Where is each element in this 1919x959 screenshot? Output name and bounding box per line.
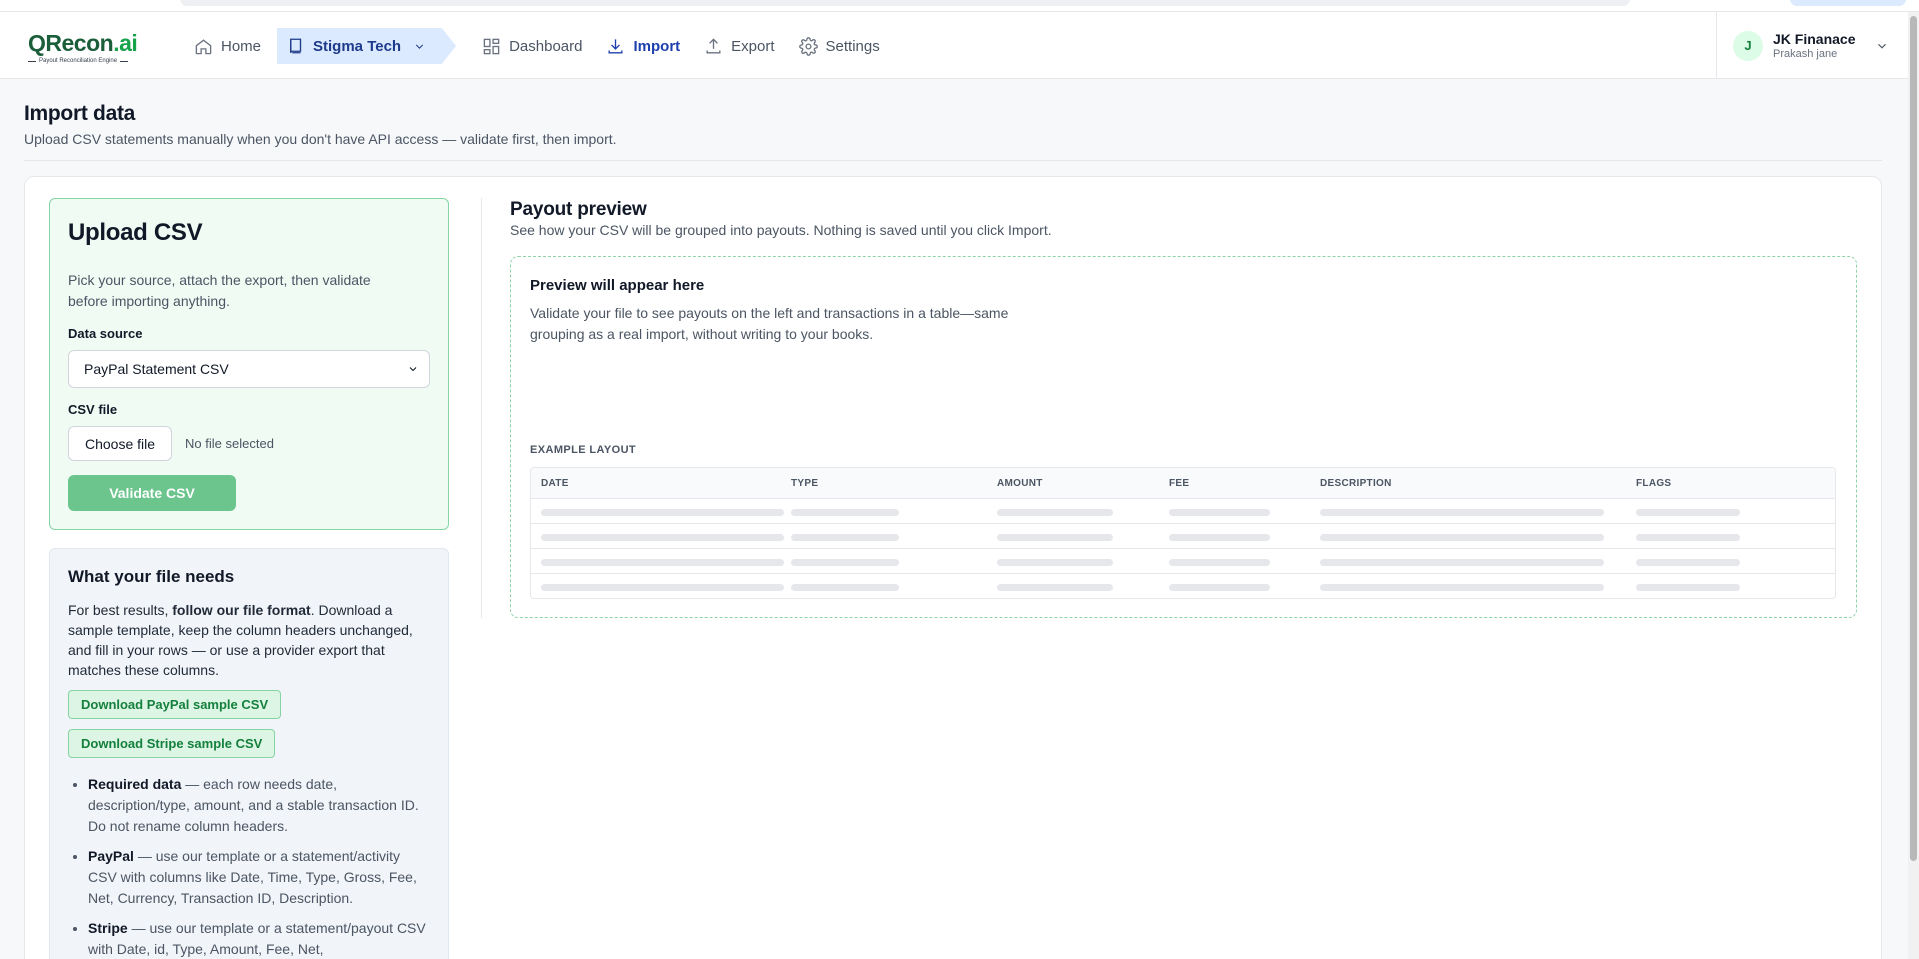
book-icon xyxy=(290,38,302,54)
page-subtitle: Upload CSV statements manually when you … xyxy=(24,131,617,147)
org-switcher[interactable]: Stigma Tech xyxy=(277,28,457,64)
nav-settings[interactable]: Settings xyxy=(787,28,892,64)
table-row xyxy=(531,524,1835,549)
brand-logo[interactable]: QRecon.ai Payout Reconciliation Engine xyxy=(28,30,138,64)
avatar: J xyxy=(1733,30,1763,61)
chevron-down-icon xyxy=(415,44,424,49)
col-type: TYPE xyxy=(791,478,819,489)
gear-icon xyxy=(798,36,818,56)
account-user: Prakash jane xyxy=(1773,48,1838,60)
table-row xyxy=(531,574,1835,598)
download-stripe-sample-button[interactable]: Download Stripe sample CSV xyxy=(68,729,276,758)
panel-divider xyxy=(481,198,482,618)
nav-export-label: Export xyxy=(731,37,775,55)
requirements-title: What your file needs xyxy=(68,567,235,586)
file-status: No file selected xyxy=(185,436,274,451)
data-source-value: PayPal Statement CSV xyxy=(84,361,229,377)
upload-description: Pick your source, attach the export, the… xyxy=(68,272,371,309)
top-action-button[interactable] xyxy=(1790,0,1906,6)
app-header: QRecon.ai Payout Reconciliation Engine H… xyxy=(0,12,1910,79)
col-flags: FLAGS xyxy=(1636,478,1672,489)
nav-import[interactable]: Import xyxy=(594,28,692,64)
chevron-down-icon xyxy=(409,367,417,372)
upload-panel: Upload CSV Pick your source, attach the … xyxy=(49,198,449,530)
scrollbar-thumb[interactable] xyxy=(1910,16,1917,861)
list-item: PayPal — use our template or a statement… xyxy=(88,846,428,909)
preview-subtitle: See how your CSV will be grouped into pa… xyxy=(510,222,1052,238)
account-name: JK Finanace xyxy=(1773,31,1856,47)
home-icon xyxy=(195,38,212,54)
example-table-header: DATE TYPE AMOUNT FEE DESCRIPTION FLAGS xyxy=(531,468,1835,499)
csv-file-label: CSV file xyxy=(68,402,118,417)
list-item: Stripe — use our template or a statement… xyxy=(88,918,428,959)
col-description: DESCRIPTION xyxy=(1320,478,1392,489)
page-title: Import data xyxy=(24,102,136,125)
nav-home-label: Home xyxy=(221,37,262,55)
choose-file-button[interactable]: Choose file xyxy=(68,426,173,461)
nav-dashboard-label: Dashboard xyxy=(509,37,583,55)
nav-settings-label: Settings xyxy=(825,37,880,55)
requirements-intro: For best results, follow our file format… xyxy=(68,602,413,678)
upload-title: Upload CSV xyxy=(68,219,203,246)
page-scrollbar[interactable] xyxy=(1908,12,1919,959)
data-source-select[interactable]: PayPal Statement CSV xyxy=(68,350,430,388)
data-source-label: Data source xyxy=(68,326,143,341)
main-nav: Home Stigma Tech Dashboard Import Export… xyxy=(182,28,892,64)
account-menu[interactable]: J JK Finanace Prakash jane xyxy=(1716,12,1910,79)
example-layout-label: EXAMPLE LAYOUT xyxy=(530,444,637,456)
org-name: Stigma Tech xyxy=(313,37,402,55)
col-amount: AMOUNT xyxy=(997,478,1043,489)
divider xyxy=(24,160,1882,161)
placeholder-title: Preview will appear here xyxy=(530,277,705,294)
nav-import-label: Import xyxy=(633,37,681,55)
chevron-down-icon xyxy=(1878,43,1887,49)
page-header: Import data Upload CSV statements manual… xyxy=(24,102,1882,147)
preview-title: Payout preview xyxy=(510,199,647,220)
example-table: DATE TYPE AMOUNT FEE DESCRIPTION FLAGS xyxy=(530,467,1836,599)
file-requirements-panel: What your file needs For best results, f… xyxy=(49,548,449,959)
col-date: DATE xyxy=(541,478,569,489)
table-row xyxy=(531,549,1835,574)
placeholder-description: Validate your file to see payouts on the… xyxy=(530,305,1009,342)
nav-home[interactable]: Home xyxy=(182,28,273,64)
requirements-list: Required data — each row needs date, des… xyxy=(88,774,428,959)
upload-icon xyxy=(706,37,721,54)
table-row xyxy=(531,499,1835,524)
download-paypal-sample-button[interactable]: Download PayPal sample CSV xyxy=(68,690,282,719)
list-item: Required data — each row needs date, des… xyxy=(88,774,428,837)
top-search-bar[interactable] xyxy=(180,0,1630,6)
nav-export[interactable]: Export xyxy=(692,28,786,64)
download-icon xyxy=(608,38,623,54)
nav-dashboard[interactable]: Dashboard xyxy=(470,28,594,64)
validate-csv-button[interactable]: Validate CSV xyxy=(68,475,236,511)
brand-tagline: Payout Reconciliation Engine xyxy=(28,58,137,64)
col-fee: FEE xyxy=(1169,478,1190,489)
browser-top-strip xyxy=(0,0,1919,12)
dashboard-icon xyxy=(483,38,500,54)
